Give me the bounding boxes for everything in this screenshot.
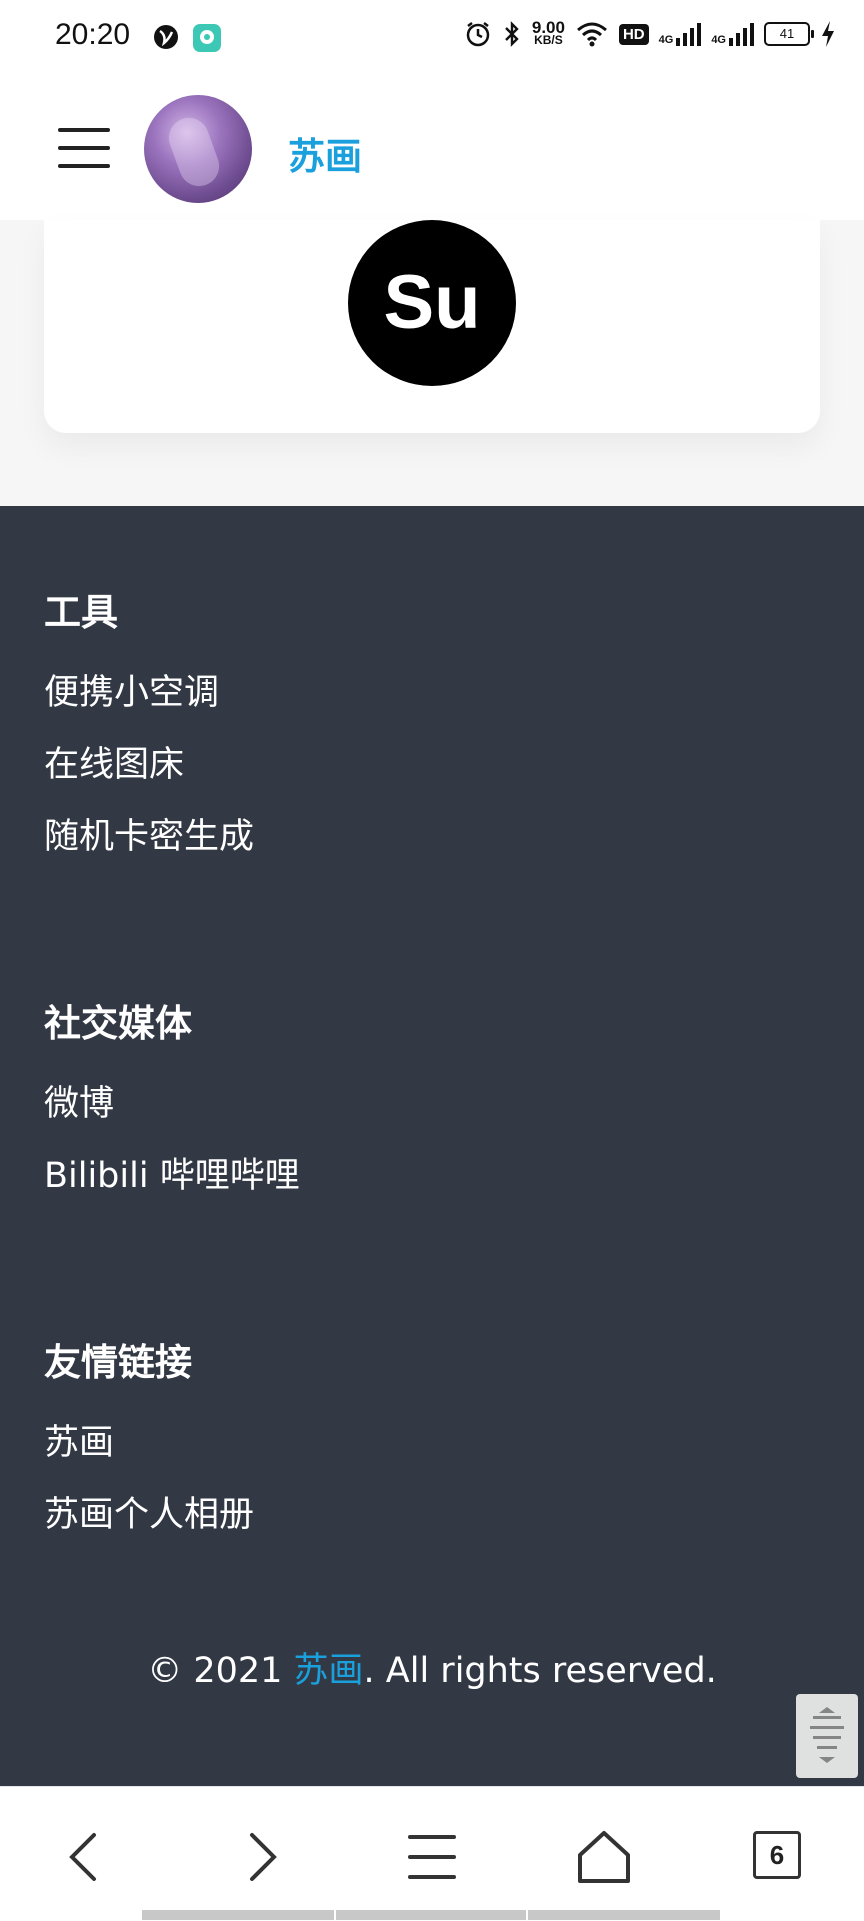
- signal-bars-icon: [676, 23, 702, 46]
- status-time: 20:20: [55, 18, 131, 51]
- charging-icon: [822, 21, 834, 47]
- battery-indicator: 41: [764, 22, 814, 46]
- footer-link[interactable]: 苏画: [44, 1414, 114, 1465]
- app-notification-icon: [154, 25, 178, 49]
- signal-bars-icon: [729, 23, 754, 46]
- signal-4g-1: 4G: [659, 22, 702, 46]
- menu-icon[interactable]: [402, 1827, 462, 1887]
- footer-section-title: 社交媒体: [44, 1002, 192, 1045]
- back-icon[interactable]: [56, 1827, 116, 1887]
- bluetooth-icon: [505, 21, 519, 47]
- footer-link[interactable]: 随机卡密生成: [44, 808, 254, 859]
- footer-link[interactable]: 微博: [44, 1075, 114, 1126]
- home-icon[interactable]: [574, 1827, 634, 1887]
- site-title[interactable]: 苏画: [288, 126, 362, 180]
- site-header: 苏画: [0, 76, 864, 220]
- status-icons: 9.00 KB/S HD 4G 4G 41: [464, 18, 836, 48]
- hamburger-icon[interactable]: [58, 128, 110, 168]
- footer-link[interactable]: Bilibili 哔哩哔哩: [44, 1147, 300, 1198]
- browser-toolbar: 6: [0, 1786, 864, 1921]
- network-speed: 9.00 KB/S: [531, 18, 565, 47]
- arrow-down-icon: [819, 1757, 835, 1763]
- gesture-bar: [336, 1910, 526, 1920]
- copyright-text: © 2021 苏画. All rights reserved.: [147, 1651, 717, 1691]
- alarm-icon: [466, 22, 490, 47]
- wifi-icon: [576, 22, 607, 47]
- gesture-bar: [142, 1910, 334, 1920]
- footer-link[interactable]: 在线图床: [44, 736, 184, 787]
- site-footer: 工具 便携小空调 在线图床 随机卡密生成 社交媒体 微博 Bilibili 哔哩…: [0, 506, 864, 1786]
- signal-4g-2: 4G: [711, 22, 754, 46]
- status-bar: 20:20 9.00 KB/S HD 4G 4G 41: [0, 0, 864, 76]
- gesture-bar: [528, 1910, 720, 1920]
- chat-app-icon: [193, 24, 221, 52]
- footer-section-title: 友情链接: [44, 1341, 192, 1384]
- footer-link[interactable]: 便携小空调: [44, 664, 219, 715]
- copyright-site-link[interactable]: 苏画: [294, 1651, 364, 1691]
- profile-logo: Su: [348, 220, 516, 386]
- arrow-up-icon: [819, 1707, 835, 1713]
- forward-icon[interactable]: [230, 1827, 290, 1887]
- footer-section-title: 工具: [44, 591, 118, 634]
- scroll-to-top-button[interactable]: [796, 1694, 858, 1778]
- hd-badge: HD: [618, 23, 649, 45]
- footer-link[interactable]: 苏画个人相册: [44, 1486, 254, 1537]
- avatar[interactable]: [144, 95, 252, 203]
- tabs-icon[interactable]: 6: [753, 1831, 801, 1879]
